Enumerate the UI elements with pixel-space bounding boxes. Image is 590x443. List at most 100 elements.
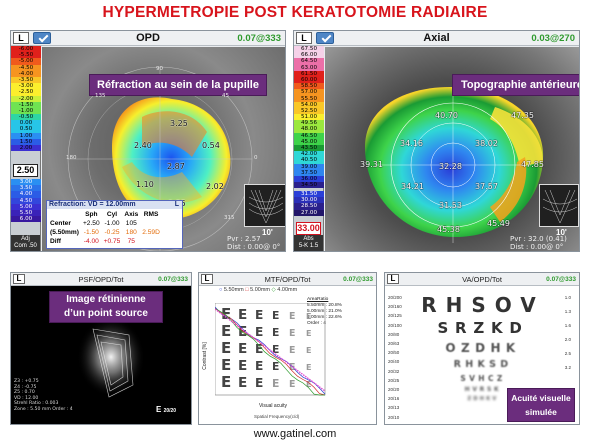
snellen-label: 20/63: [388, 341, 400, 346]
snellen-label: 20/32: [388, 368, 400, 374]
decimal-label: 2.0: [564, 337, 571, 342]
map-value: 34.21: [401, 182, 424, 191]
snellen-label: 20/13: [388, 405, 400, 411]
mtf-optotype: E: [238, 307, 247, 323]
dist-readout: Dist : 0.00@ 0°: [510, 243, 564, 251]
scale-current-value[interactable]: 2.50: [13, 164, 38, 177]
mtf-optotype: E: [289, 311, 295, 322]
scale-step: 27.00: [294, 209, 324, 216]
mtf-ylabel: Contrast [%]: [201, 342, 208, 370]
inset-label: 10': [262, 228, 273, 237]
axial-map-area[interactable]: Topographie antérieure 40.70 47.35 34.16…: [325, 47, 579, 251]
map-value: 0.54: [202, 141, 220, 150]
scale-current-value[interactable]: 33.00: [296, 222, 321, 235]
map-value: 45.49: [487, 219, 510, 228]
snellen-label: 20/160: [388, 304, 402, 310]
va-header: L VA/OPD/Tot 0.07@333: [385, 273, 579, 286]
dist-readout: Dist : 0.00@ 0°: [227, 243, 281, 251]
scale-step: 2.00: [11, 145, 41, 152]
map-value: 34.16: [400, 139, 423, 148]
cursor-coordinate: 0.07@333: [343, 276, 373, 283]
mtf-optotype: E: [238, 375, 247, 391]
snellen-label: 20/125: [388, 313, 402, 319]
cursor-coordinate: 0.07@333: [237, 33, 281, 44]
acuity-row: SRZKD: [437, 319, 529, 337]
scale-footer: Adj Com .50: [11, 235, 40, 251]
psf-callout: Image rétinienne d’un point source: [49, 291, 163, 323]
refraction-callout: Réfraction au sein de la pupille: [89, 74, 267, 96]
mtf-chart: E E E E E EE E E E E EE E E E E EE E E E E EE E E E E E: [215, 303, 326, 396]
scale-footer: Abs 5-K 1.5: [294, 235, 323, 251]
footer-url[interactable]: www.gatinel.com: [0, 428, 590, 440]
axis-tick: 180: [66, 155, 77, 161]
cursor-coordinate: 0.07@333: [546, 276, 576, 283]
acuity-callout: Acuité visuelle simulée: [507, 388, 575, 422]
axis-tick: 45: [222, 93, 229, 99]
wavefront-grid-icon: [248, 189, 284, 224]
scale-step: 34.50: [294, 182, 324, 189]
decimal-label: 1.3: [564, 309, 571, 314]
snellen-label: 20/20: [388, 387, 400, 392]
psf-header: L PSF/OPD/Tot 0.07@333: [11, 273, 191, 286]
map-value: 45.38: [437, 225, 460, 234]
mtf-optotype: E: [306, 312, 311, 321]
mtf-optotype: E: [221, 339, 231, 357]
mtf-optotype: E: [306, 346, 311, 355]
va-panel: L VA/OPD/Tot 0.07@333 RHSOV SRZKD OZDHK RHK…: [384, 272, 580, 425]
snellen-label: 20/50: [388, 350, 400, 356]
optotype-badge: E 20/20: [156, 405, 177, 414]
mtf-optotype: E: [272, 360, 279, 373]
map-value: 32.28: [439, 162, 462, 171]
map-value: 47.35: [511, 111, 534, 120]
mtf-optotype: E: [289, 328, 295, 339]
page-title: HYPERMETROPIE POST KERATOTOMIE RADIAIRE: [102, 4, 488, 21]
map-value: 3.25: [170, 119, 188, 128]
map-value: 2.40: [134, 141, 152, 150]
mtf-legend: ○ 5.50mm □ 5.00mm ◇ 4.00mm: [219, 287, 298, 293]
scale-step: 6.00: [11, 216, 41, 223]
map-value: 40.70: [435, 111, 458, 120]
mtf-optotype: E: [255, 325, 263, 339]
mtf-optotype: E: [255, 359, 263, 373]
cursor-coordinate: 0.03@270: [531, 33, 575, 44]
map-value: 37.57: [475, 182, 498, 191]
mtf-optotype: E: [272, 377, 279, 390]
snellen-label: 20/10: [388, 414, 400, 420]
placido-grid-icon: [542, 189, 578, 224]
color-scale[interactable]: 2.50 Adj Com .50 -6.00 -5.50 -5.00 -4.50 -4.0…: [11, 46, 41, 251]
axial-panel: L Axial 0.03@270 33.00 Abs 5-K 1.5 67.50 6…: [293, 30, 580, 252]
color-scale[interactable]: 33.00 Abs 5-K 1.5 67.50 66.00 64.50 63.00 61.…: [294, 46, 324, 251]
acuity-row: OZDHK: [445, 341, 521, 355]
mtf-optotype: E: [221, 322, 231, 340]
acuity-row: RHKSD: [453, 359, 513, 370]
wavefront-inset[interactable]: [244, 184, 285, 227]
snellen-label: 20/40: [388, 359, 400, 365]
mtf-optotype: E: [272, 326, 279, 339]
snellen-label: 20/16: [388, 396, 400, 402]
refraction-table: Refraction: VD = 12.00mm L Sph Cyl Axis …: [46, 200, 183, 249]
decimal-label: 2.5: [564, 351, 571, 356]
map-value: 2.02: [206, 182, 224, 191]
psf-stats: Z3 : +0.75 Z4 : -0.75 Z5 : 0.70 VD : 12.00 S…: [14, 379, 73, 413]
axis-tick: 315: [224, 215, 235, 221]
map-value: 31.53: [439, 201, 462, 210]
axial-header: L Axial 0.03@270: [294, 31, 579, 46]
map-value: 47.85: [521, 160, 544, 169]
mtf-optotype: E: [289, 379, 295, 390]
mtf-optotype: E: [306, 363, 311, 372]
mtf-xlabel: Visual acuity: [259, 403, 287, 409]
mtf-optotype: E: [255, 308, 263, 322]
map-value: 38.02: [475, 139, 498, 148]
placido-inset[interactable]: [539, 184, 579, 227]
cursor-coordinate: 0.07@333: [158, 276, 188, 283]
psf-stat: Zone : 5.50 mm Order : 4: [14, 406, 73, 412]
snellen-label: 20/100: [388, 322, 402, 328]
axis-tick: 90: [156, 66, 163, 72]
mtf-optotype: E: [221, 356, 231, 374]
mtf-optotype: E: [306, 329, 311, 338]
mtf-panel: L MTF/OPD/Tot 0.07@333 ○ 5.50mm □ 5.00mm…: [198, 272, 377, 425]
snellen-label: 20/25: [388, 377, 400, 383]
decimal-label: 1.0: [564, 295, 571, 300]
topography-callout: Topographie antérieure: [452, 74, 579, 96]
map-value: 39.31: [360, 160, 383, 169]
